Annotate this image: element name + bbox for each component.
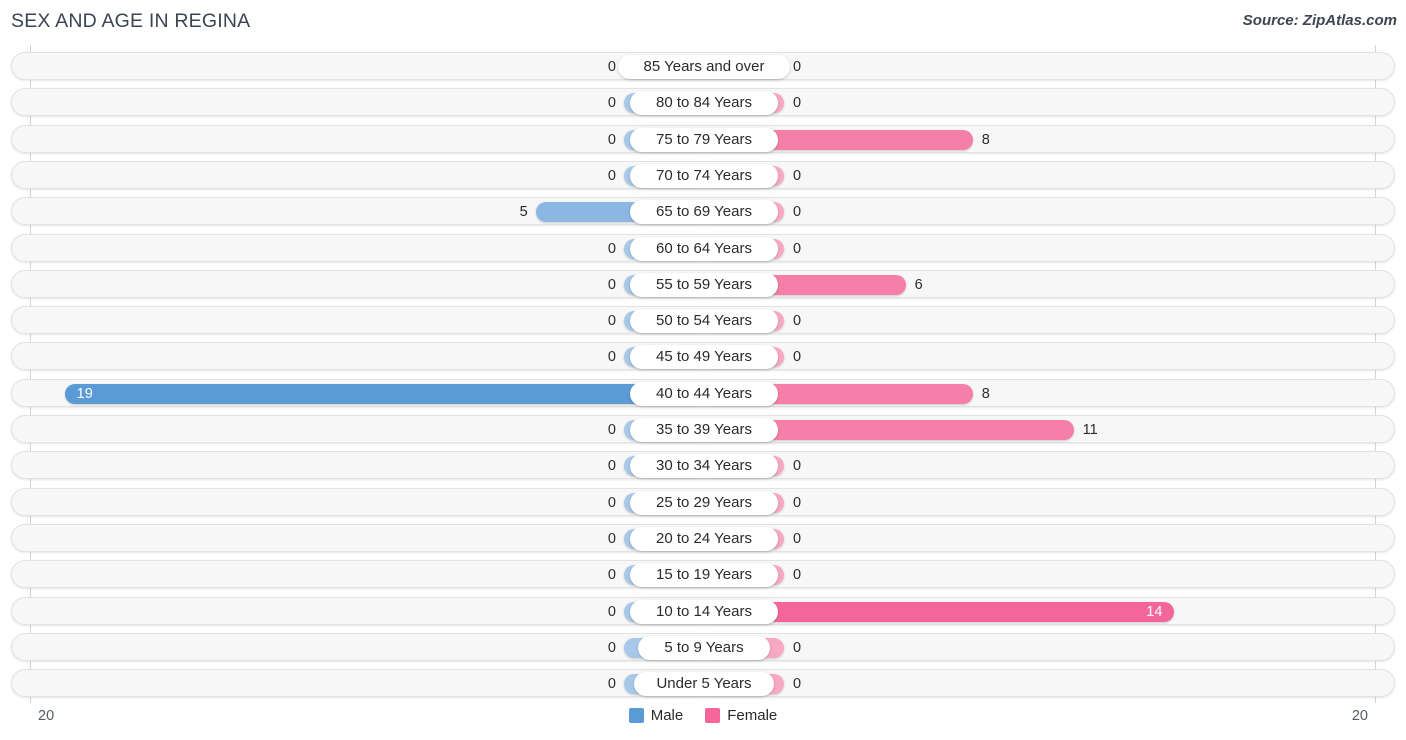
legend-swatch-female (705, 708, 721, 723)
legend-label-male: Male (650, 707, 684, 724)
table-row[interactable]: 0 0 70 to 74 Years (11, 160, 1395, 189)
category-label: 15 to 19 Years (630, 563, 778, 588)
value-label-female: 0 (793, 530, 802, 547)
table-row[interactable]: 0 0 15 to 19 Years (11, 560, 1395, 589)
category-label: 25 to 29 Years (630, 490, 778, 515)
value-label-male: 0 (607, 603, 616, 620)
value-label-female: 8 (981, 131, 990, 148)
category-label: 70 to 74 Years (630, 163, 778, 188)
table-row[interactable]: 19 8 40 to 44 Years (11, 378, 1395, 407)
category-label: 85 Years and over (618, 55, 790, 79)
legend-label-female: Female (727, 707, 778, 724)
value-label-female: 6 (914, 276, 923, 293)
population-pyramid-plot: 0 0 85 Years and over 0 0 80 to 84 Years 0 8 75 … (0, 45, 1406, 703)
value-label-male: 0 (607, 639, 616, 656)
value-label-male: 0 (607, 422, 616, 438)
legend-item-male[interactable]: Male (628, 707, 684, 724)
value-label-male: 0 (607, 567, 616, 584)
value-label-male: 0 (607, 676, 616, 693)
table-row[interactable]: 0 0 Under 5 Years (11, 669, 1395, 698)
table-row[interactable]: 0 6 55 to 59 Years (11, 269, 1395, 298)
value-label-female: 0 (793, 95, 802, 112)
category-label: 30 to 34 Years (630, 454, 778, 479)
value-label-female: 0 (793, 313, 802, 330)
value-label-female: 0 (793, 458, 802, 475)
table-row[interactable]: 0 0 5 to 9 Years (11, 632, 1395, 661)
value-label-male: 0 (607, 458, 616, 475)
table-row[interactable]: 5 0 65 to 69 Years (11, 197, 1395, 226)
value-label-male: 0 (607, 530, 616, 547)
chart-legend: Male Female (0, 707, 1406, 724)
value-label-female: 0 (793, 494, 802, 511)
category-label: 65 to 69 Years (630, 200, 778, 225)
category-label: 45 to 49 Years (630, 345, 778, 370)
category-label: 80 to 84 Years (630, 91, 778, 116)
legend-item-female[interactable]: Female (705, 707, 777, 724)
value-label-male: 19 (76, 385, 93, 402)
category-label: 75 to 79 Years (630, 127, 778, 152)
page-title: SEX AND AGE IN REGINA (11, 10, 251, 32)
table-row[interactable]: 0 0 50 to 54 Years (11, 306, 1395, 335)
chart-footer: 20 20 Male Female (0, 703, 1406, 740)
value-label-female: 0 (793, 167, 802, 184)
source-attribution: Source: ZipAtlas.com (1242, 12, 1397, 29)
value-label-male: 0 (607, 313, 616, 330)
category-label: 35 to 39 Years (630, 418, 778, 442)
value-label-male: 0 (607, 240, 616, 257)
value-label-male: 0 (607, 95, 616, 112)
value-label-female: 0 (793, 349, 802, 366)
table-row[interactable]: 0 0 85 Years and over (11, 52, 1395, 80)
category-label: 50 to 54 Years (630, 309, 778, 334)
value-label-female: 14 (1146, 603, 1163, 620)
chart-header: SEX AND AGE IN REGINA Source: ZipAtlas.c… (0, 0, 1406, 45)
value-label-male: 0 (607, 59, 616, 75)
category-label: 60 to 64 Years (630, 236, 778, 261)
category-label: 55 to 59 Years (630, 272, 778, 297)
value-label-male: 0 (607, 276, 616, 293)
value-label-female: 0 (793, 59, 802, 75)
table-row[interactable]: 0 0 60 to 64 Years (11, 233, 1395, 262)
value-label-female: 0 (793, 240, 802, 257)
value-label-female: 0 (793, 639, 802, 656)
value-label-female: 11 (1082, 422, 1098, 438)
table-row[interactable]: 0 0 25 to 29 Years (11, 487, 1395, 516)
value-label-male: 0 (607, 131, 616, 148)
value-label-female: 8 (981, 385, 990, 402)
value-label-female: 0 (793, 676, 802, 693)
table-row[interactable]: 0 14 10 to 14 Years (11, 596, 1395, 625)
table-row[interactable]: 0 0 80 to 84 Years (11, 88, 1395, 117)
chart-page: SEX AND AGE IN REGINA Source: ZipAtlas.c… (0, 0, 1406, 740)
value-label-female: 0 (793, 567, 802, 584)
value-label-male: 5 (519, 204, 528, 221)
table-row[interactable]: 0 0 30 to 34 Years (11, 451, 1395, 480)
category-label: Under 5 Years (634, 672, 774, 697)
table-row[interactable]: 0 0 20 to 24 Years (11, 523, 1395, 552)
value-label-male: 0 (607, 349, 616, 366)
value-label-male: 0 (607, 167, 616, 184)
value-label-female: 0 (793, 204, 802, 221)
value-label-male: 0 (607, 494, 616, 511)
category-label: 20 to 24 Years (630, 526, 778, 551)
category-label: 10 to 14 Years (630, 599, 778, 624)
table-row[interactable]: 0 8 75 to 79 Years (11, 124, 1395, 153)
table-row[interactable]: 0 11 35 to 39 Years (11, 415, 1395, 443)
legend-swatch-male (628, 708, 644, 723)
bar-male[interactable] (64, 383, 704, 404)
category-label: 5 to 9 Years (638, 635, 770, 660)
table-row[interactable]: 0 0 45 to 49 Years (11, 342, 1395, 371)
category-label: 40 to 44 Years (630, 381, 778, 406)
